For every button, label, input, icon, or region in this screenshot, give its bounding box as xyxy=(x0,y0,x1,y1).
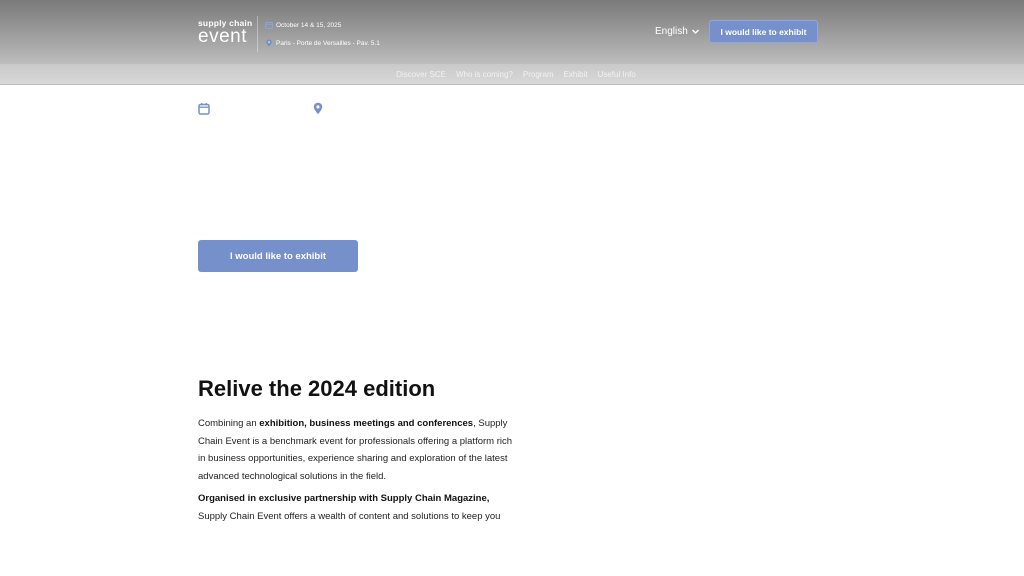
hero-exhibit-button[interactable]: I would like to exhibit xyxy=(198,240,358,272)
calendar-icon xyxy=(198,103,210,115)
p1-bold: exhibition, business meetings and confer… xyxy=(259,418,474,429)
site-logo[interactable]: supply chain event xyxy=(198,18,252,47)
nav-item-program[interactable]: Program xyxy=(523,70,554,79)
event-location: Paris - Porte de Versailles - Pav. 5.1 xyxy=(276,39,380,47)
event-date-row: October 14 & 15, 2025 xyxy=(265,19,380,31)
nav-item-discover-sce[interactable]: Discover SCE xyxy=(396,70,446,79)
p1-pre: Combining an xyxy=(198,418,260,429)
location-pin-icon xyxy=(266,39,272,47)
chevron-down-icon xyxy=(691,29,699,34)
about-paragraph-2: Organised in exclusive partnership with … xyxy=(198,490,518,525)
header-exhibit-button[interactable]: I would like to exhibit xyxy=(709,20,818,43)
event-location-row: Paris - Porte de Versailles - Pav. 5.1 xyxy=(265,37,380,49)
main-nav: Discover SCE Who is coming? Program Exhi… xyxy=(0,64,1024,85)
logo-line-2: event xyxy=(198,26,247,47)
calendar-icon xyxy=(265,22,273,29)
event-info: October 14 & 15, 2025 Paris - Porte de V… xyxy=(265,19,380,55)
language-selector[interactable]: English xyxy=(655,26,700,37)
event-date: October 14 & 15, 2025 xyxy=(276,21,342,29)
section-title: Relive the 2024 edition xyxy=(198,376,436,401)
logo-divider xyxy=(257,16,258,52)
p2-post: Supply Chain Event offers a wealth of co… xyxy=(198,510,501,522)
nav-item-useful-info[interactable]: Useful Info xyxy=(598,70,636,79)
language-label: English xyxy=(655,26,688,37)
nav-item-exhibit[interactable]: Exhibit xyxy=(564,70,588,79)
nav-items: Discover SCE Who is coming? Program Exhi… xyxy=(396,70,636,79)
nav-item-who-is-coming[interactable]: Who is coming? xyxy=(456,70,513,79)
p2-bold: Organised in exclusive partnership with … xyxy=(198,493,490,504)
site-header: supply chain event October 14 & 15, 2025… xyxy=(0,0,1024,64)
about-paragraph-1: Combining an exhibition, business meetin… xyxy=(198,415,518,485)
location-pin-icon xyxy=(313,102,323,115)
